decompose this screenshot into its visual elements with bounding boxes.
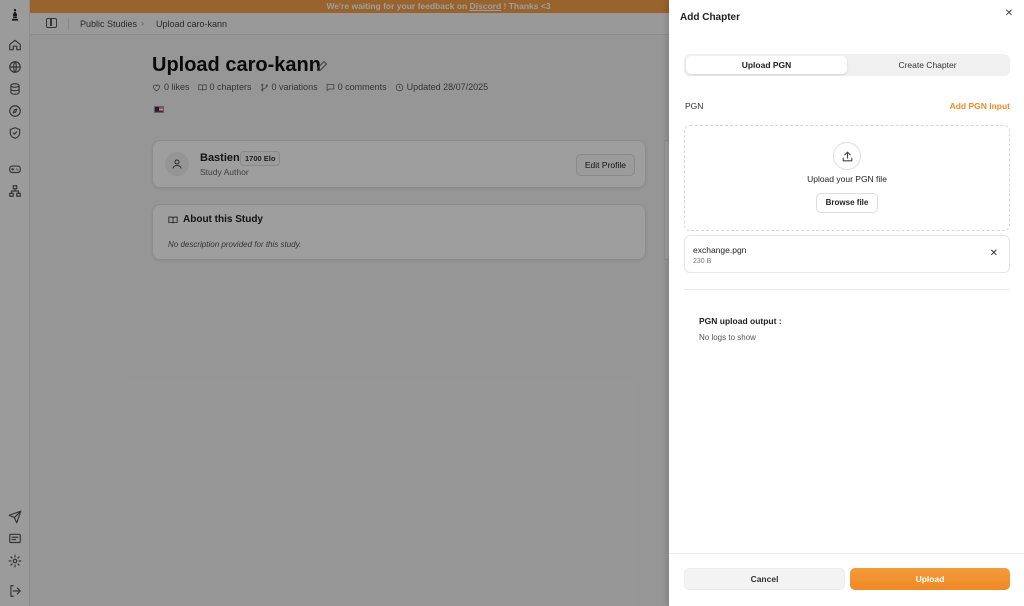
footer-divider <box>669 553 1024 554</box>
remove-file-icon[interactable]: ✕ <box>990 248 998 259</box>
dropzone-text: Upload your PGN file <box>807 174 887 184</box>
uploaded-file-item: exchange.pgn 230 B ✕ <box>684 235 1010 273</box>
close-icon[interactable]: ✕ <box>1003 7 1015 19</box>
divider <box>684 289 1010 290</box>
tab-upload-pgn[interactable]: Upload PGN <box>686 56 847 74</box>
file-name: exchange.pgn <box>693 245 747 255</box>
browse-file-button[interactable]: Browse file <box>816 193 878 213</box>
pgn-label: PGN <box>685 101 704 111</box>
output-empty-text: No logs to show <box>699 333 756 342</box>
modal-backdrop[interactable] <box>0 0 669 606</box>
upload-icon <box>833 142 861 170</box>
drawer-title: Add Chapter <box>680 12 740 23</box>
add-chapter-drawer: Add Chapter ✕ Upload PGN Create Chapter … <box>669 0 1024 606</box>
tab-create-chapter[interactable]: Create Chapter <box>847 56 1008 74</box>
pgn-dropzone[interactable]: Upload your PGN file Browse file <box>684 125 1010 231</box>
file-size: 230 B <box>693 258 712 265</box>
output-title: PGN upload output : <box>699 316 782 326</box>
upload-button[interactable]: Upload <box>850 568 1010 590</box>
cancel-button[interactable]: Cancel <box>684 568 845 590</box>
add-pgn-input-button[interactable]: Add PGN Input <box>950 101 1010 111</box>
mode-tabs: Upload PGN Create Chapter <box>684 54 1010 76</box>
